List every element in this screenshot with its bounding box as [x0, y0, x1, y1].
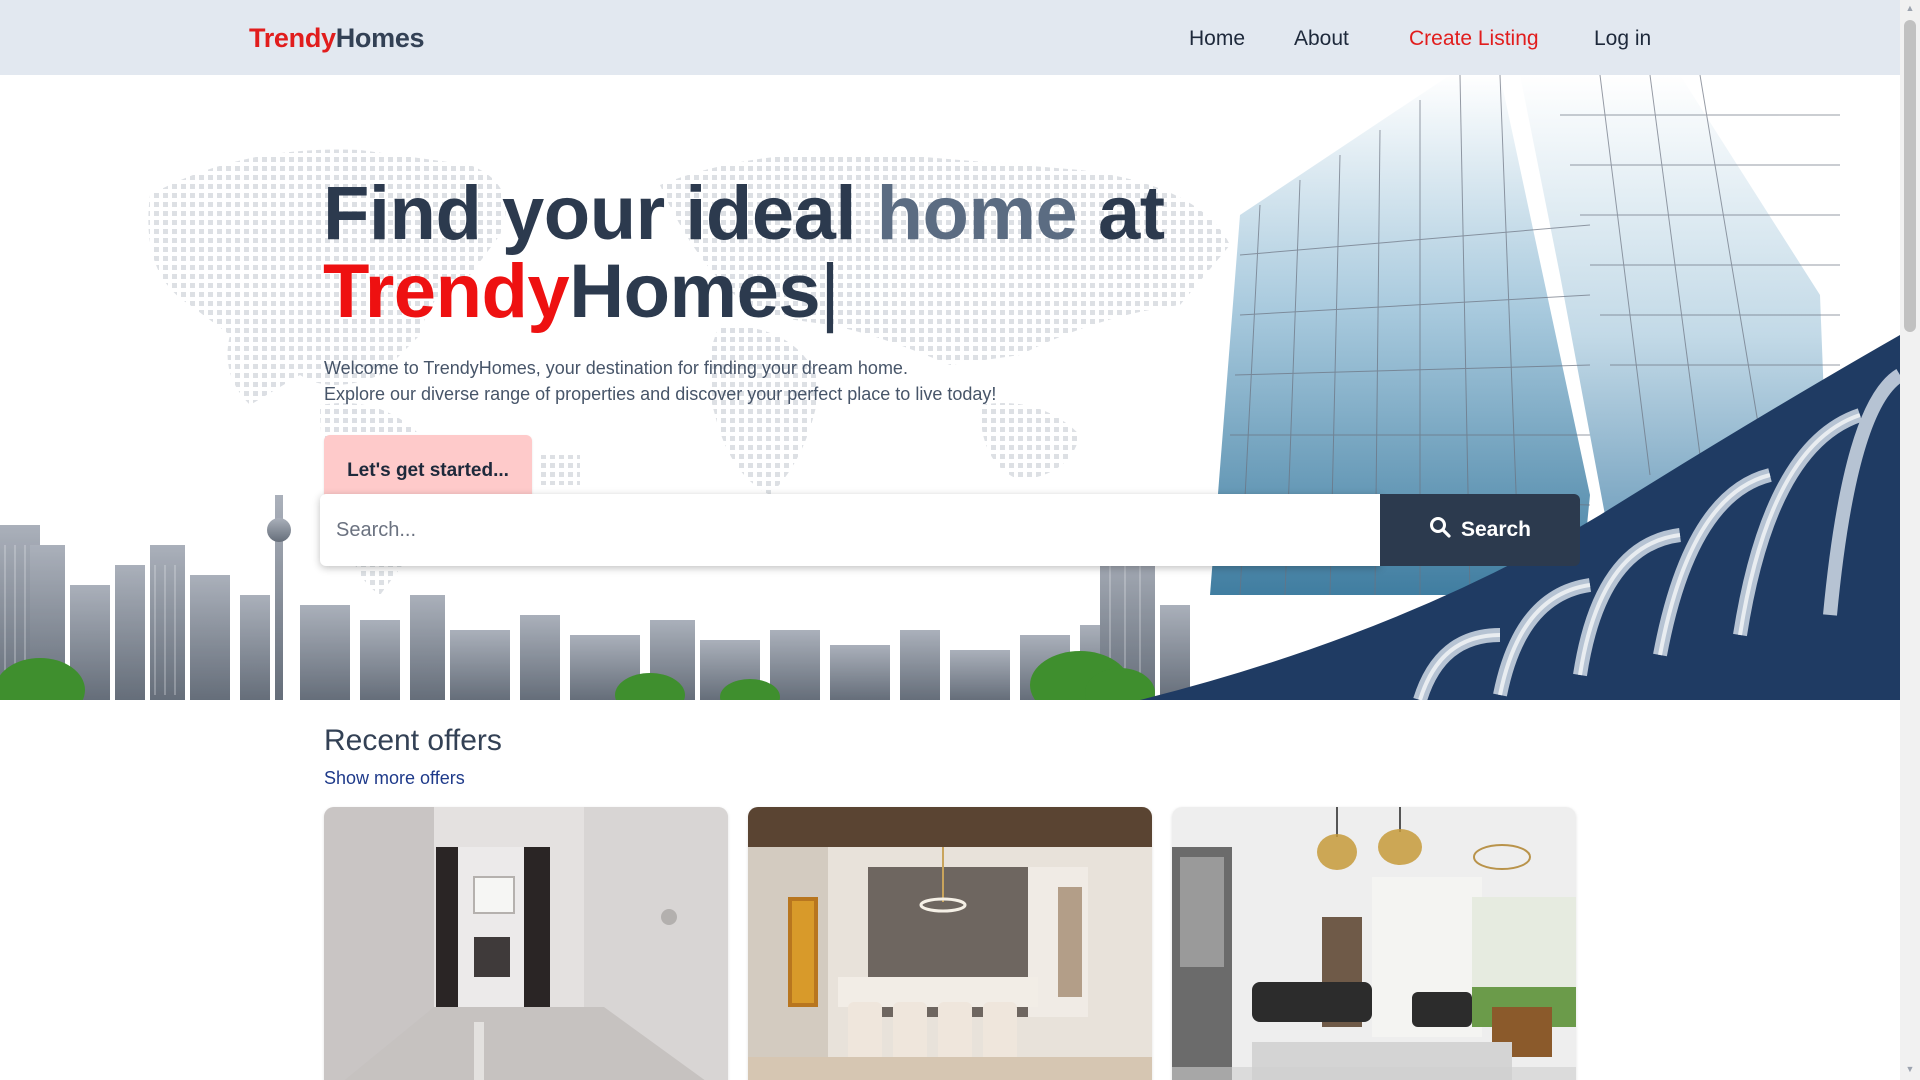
search-button-label: Search: [1460, 518, 1532, 541]
hero-subtitle: Welcome to TrendyHomes, your destination…: [324, 355, 996, 407]
search-input[interactable]: [320, 494, 1380, 566]
hero-subtitle-line: Explore our diverse range of properties …: [324, 384, 997, 404]
offer-image-dining-room: [748, 807, 1152, 1080]
search-bar: [320, 494, 1380, 566]
top-navbar: TrendyHomes Home About Create Listing Lo…: [0, 0, 1900, 75]
nav-home-link[interactable]: Home: [1189, 27, 1245, 51]
scrollbar-thumb[interactable]: [1904, 20, 1916, 332]
scroll-up-arrow-icon[interactable]: ▲: [1904, 3, 1916, 17]
nav-create-listing-link[interactable]: Create Listing: [1409, 27, 1539, 51]
hero-title-highlight: home: [876, 171, 1078, 256]
site-logo[interactable]: TrendyHomes: [249, 23, 425, 54]
nav-about-link[interactable]: About: [1294, 27, 1349, 51]
scroll-down-arrow-icon[interactable]: ▼: [1904, 1064, 1916, 1078]
hero-section: Find your ideal home at TrendyHomes| Wel…: [0, 75, 1900, 700]
hero-title-text: Find your ideal: [323, 171, 877, 256]
hero-title-brand-trendy: Trendy: [323, 249, 570, 334]
hero-title-brand-homes: Homes: [569, 249, 821, 334]
search-icon: [1429, 516, 1451, 544]
logo-part-trendy: Trendy: [249, 23, 336, 53]
typing-caret: |: [820, 249, 840, 334]
search-button[interactable]: Search: [1380, 494, 1580, 566]
hero-title-text: at: [1077, 171, 1165, 256]
offer-card[interactable]: [748, 807, 1152, 1080]
hero-title-line1: Find your ideal home at: [323, 175, 1165, 253]
nav-login-link[interactable]: Log in: [1594, 27, 1651, 51]
show-more-offers-link[interactable]: Show more offers: [324, 768, 465, 789]
logo-part-homes: Homes: [335, 23, 425, 53]
hero-subtitle-line: Welcome to TrendyHomes, your destination…: [324, 358, 908, 378]
recent-offers-heading: Recent offers: [324, 724, 502, 757]
offer-image-hallway: [324, 807, 728, 1080]
offer-image-living-room: [1172, 807, 1576, 1080]
offer-card[interactable]: [324, 807, 728, 1080]
offer-card[interactable]: [1172, 807, 1576, 1080]
hero-title: Find your ideal home at TrendyHomes|: [323, 175, 1165, 331]
hero-title-line2: TrendyHomes|: [323, 253, 1165, 331]
